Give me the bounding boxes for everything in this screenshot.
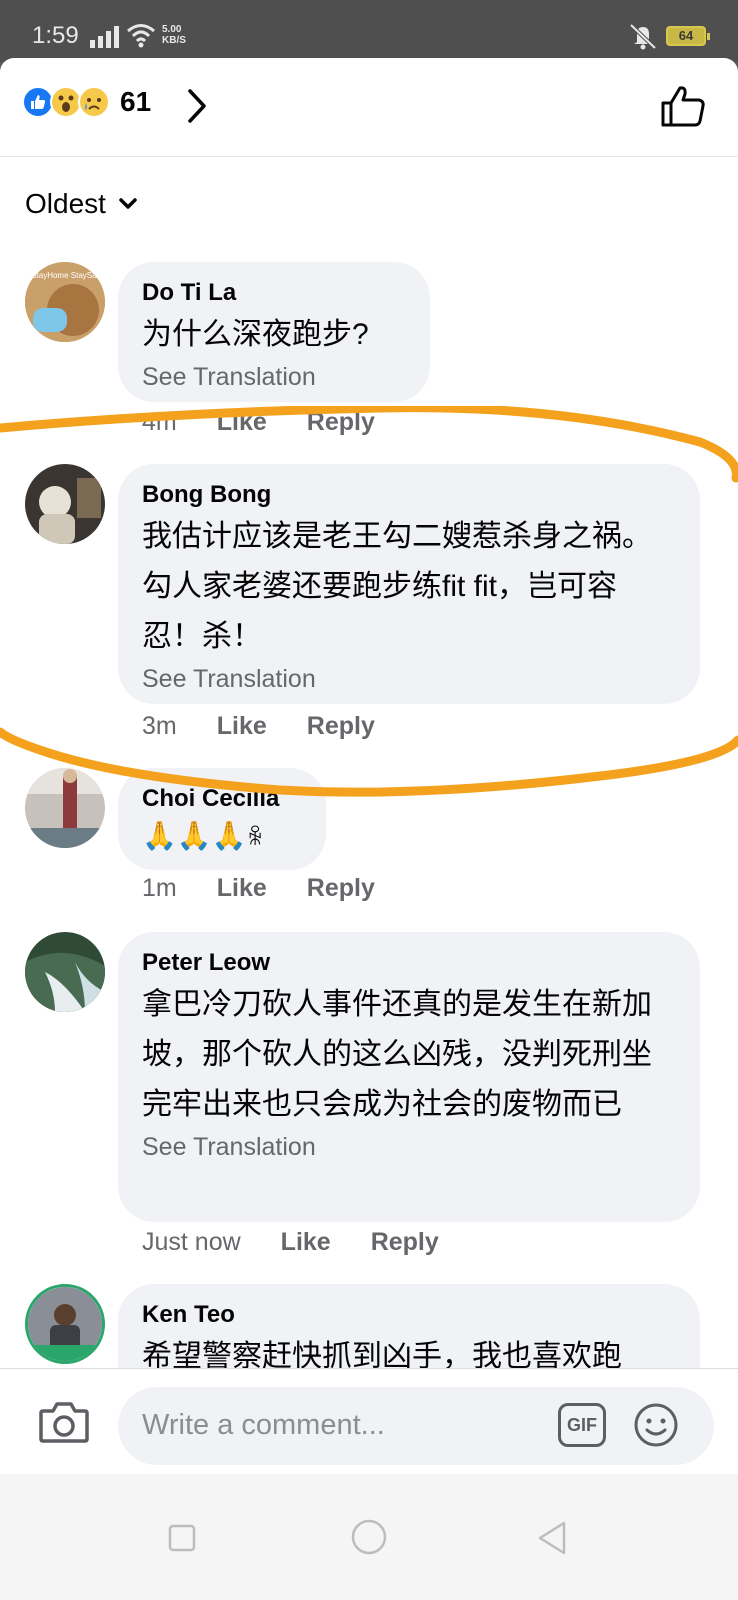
- comments-sheet: 61 Oldest #StayHome StaySafe Do Ti La 为什: [0, 58, 738, 1600]
- comment-author[interactable]: Do Ti La: [142, 278, 406, 308]
- sad-icon: [78, 86, 110, 118]
- see-translation-link[interactable]: See Translation: [142, 1130, 676, 1164]
- reactions-summary[interactable]: 61: [22, 86, 151, 118]
- comment-text: 🙏🙏🙏ꆜ: [142, 820, 264, 851]
- comment-text: 我估计应该是老王勾二嫂惹杀身之祸。勾人家老婆还要跑步练fit fit，岂可容忍！…: [142, 520, 652, 653]
- status-time: 1:59: [32, 22, 79, 49]
- see-translation-link[interactable]: See Translation: [142, 360, 406, 394]
- reactions-bar[interactable]: 61: [0, 58, 738, 157]
- network-speed: 5.00 KB/S: [162, 24, 186, 46]
- see-translation-link[interactable]: See Translation: [142, 662, 676, 696]
- avatar-caption: #StayHome StaySafe: [27, 271, 104, 280]
- home-icon[interactable]: [350, 1518, 388, 1556]
- comment-author[interactable]: Ken Teo: [142, 1300, 676, 1330]
- sort-label: Oldest: [25, 188, 106, 219]
- comment-time: Just now: [142, 1228, 241, 1256]
- like-link[interactable]: Like: [217, 408, 267, 437]
- reaction-count: 61: [120, 86, 152, 117]
- comment-composer: Write a comment... GIF: [0, 1368, 738, 1475]
- sort-dropdown[interactable]: Oldest: [25, 188, 138, 220]
- dancer-icon: ꆜ: [246, 825, 264, 850]
- comment-time: 3m: [142, 712, 177, 740]
- comment-actions: 1m Like Reply: [142, 874, 415, 903]
- system-nav-bar: [0, 1474, 738, 1600]
- comment-text: 为什么深夜跑步?: [142, 318, 369, 351]
- avatar[interactable]: [25, 768, 105, 848]
- reply-link[interactable]: Reply: [307, 408, 375, 437]
- comment-author[interactable]: Bong Bong: [142, 480, 676, 510]
- comment-actions: Just now Like Reply: [142, 1228, 479, 1257]
- like-link[interactable]: Like: [217, 712, 267, 741]
- signal-icon: [90, 26, 119, 48]
- battery-icon: 64: [666, 26, 710, 46]
- chevron-right-icon[interactable]: [186, 88, 208, 124]
- comment-author[interactable]: Choi Cecilia: [142, 784, 302, 814]
- chevron-down-icon: [119, 198, 137, 209]
- back-icon[interactable]: [536, 1520, 568, 1556]
- comment-bubble[interactable]: Bong Bong 我估计应该是老王勾二嫂惹杀身之祸。勾人家老婆还要跑步练fit…: [118, 464, 700, 704]
- comment-bubble[interactable]: Peter Leow 拿巴冷刀砍人事件还真的是发生在新加坡，那个砍人的这么凶残，…: [118, 932, 700, 1222]
- comment-input-placeholder: Write a comment...: [142, 1409, 385, 1441]
- wifi-icon: [127, 24, 155, 48]
- gif-button[interactable]: GIF: [558, 1403, 606, 1447]
- camera-icon[interactable]: [38, 1399, 90, 1445]
- reply-link[interactable]: Reply: [307, 712, 375, 741]
- avatar[interactable]: #StayHome StaySafe: [25, 262, 105, 342]
- recent-apps-icon[interactable]: [168, 1524, 196, 1552]
- comment-time: 1m: [142, 874, 177, 902]
- comment-author[interactable]: Peter Leow: [142, 948, 676, 978]
- comment-bubble[interactable]: Choi Cecilia 🙏🙏🙏ꆜ: [118, 768, 326, 870]
- comment-bubble[interactable]: Do Ti La 为什么深夜跑步? See Translation: [118, 262, 430, 402]
- like-link[interactable]: Like: [217, 874, 267, 903]
- like-link[interactable]: Like: [281, 1228, 331, 1257]
- avatar[interactable]: [25, 932, 105, 1012]
- comment-text: 拿巴冷刀砍人事件还真的是发生在新加坡，那个砍人的这么凶残，没判死刑坐完牢出来也只…: [142, 988, 652, 1121]
- emoji-icon[interactable]: [632, 1401, 680, 1449]
- comment-time: 4m: [142, 408, 177, 436]
- avatar[interactable]: [25, 1284, 105, 1364]
- reply-link[interactable]: Reply: [307, 874, 375, 903]
- avatar[interactable]: [25, 464, 105, 544]
- mute-icon: [629, 23, 657, 50]
- reply-link[interactable]: Reply: [371, 1228, 439, 1257]
- comment-actions: 4m Like Reply: [142, 408, 415, 437]
- status-bar: 1:59 5.00 KB/S 64: [0, 0, 738, 62]
- like-post-button[interactable]: [660, 84, 706, 128]
- comment-actions: 3m Like Reply: [142, 712, 415, 741]
- comment-input[interactable]: Write a comment... GIF: [118, 1387, 714, 1465]
